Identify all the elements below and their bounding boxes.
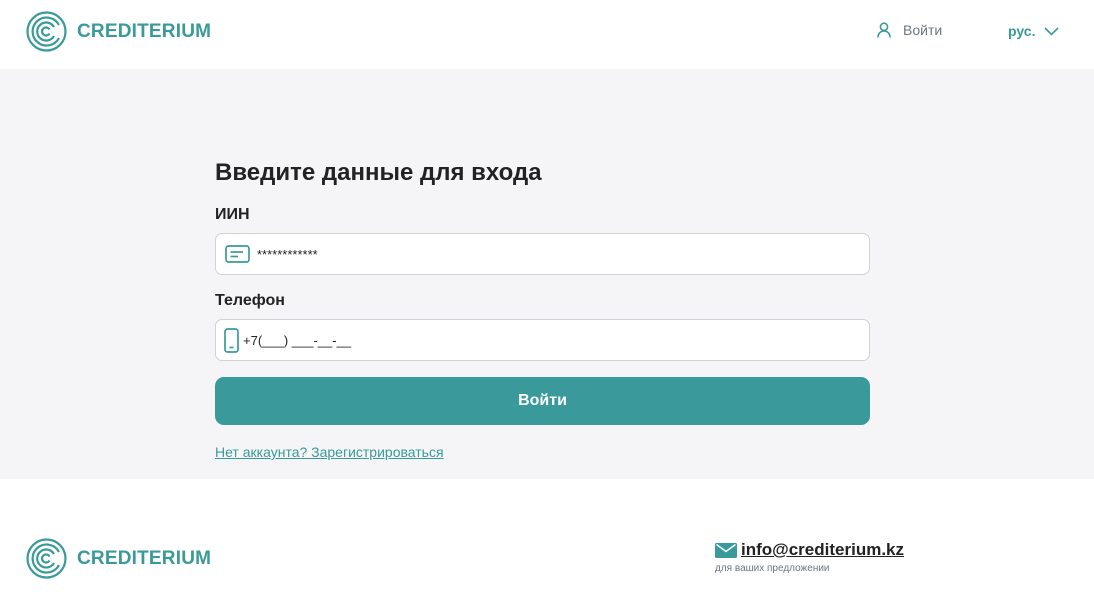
footer: CREDITERIUM info@crediterium.kz для ваши… <box>0 479 1094 600</box>
phone-field[interactable] <box>215 319 870 361</box>
phone-icon <box>223 327 239 353</box>
footer-brand-name: CREDITERIUM <box>77 547 212 569</box>
crediterium-logo-icon <box>26 11 67 52</box>
header-logo[interactable]: CREDITERIUM <box>26 11 211 52</box>
chevron-down-icon <box>1044 26 1060 36</box>
header-login-link[interactable]: Войти <box>877 22 942 38</box>
mail-icon <box>715 542 737 558</box>
register-link[interactable]: Нет аккаунта? Зарегистрироваться <box>215 444 444 460</box>
user-icon <box>877 22 891 38</box>
header: CREDITERIUM Войти рус. <box>0 0 1094 69</box>
iin-field[interactable] <box>215 233 870 275</box>
crediterium-logo-icon <box>26 538 67 579</box>
form-title: Введите данные для входа <box>215 159 542 186</box>
id-card-icon <box>224 245 250 263</box>
iin-label: ИИН <box>215 206 250 223</box>
login-submit-button[interactable]: Войти <box>215 377 870 425</box>
phone-label: Телефон <box>215 292 285 309</box>
language-label: рус. <box>1008 23 1036 39</box>
iin-input[interactable] <box>257 234 869 274</box>
language-select[interactable]: рус. <box>1008 23 1060 39</box>
footer-contact: info@crediterium.kz для ваших предложени… <box>715 540 904 574</box>
brand-name: CREDITERIUM <box>77 20 212 42</box>
phone-input[interactable] <box>243 320 869 360</box>
login-section: Введите данные для входа ИИН Телефон Вой… <box>0 69 1094 479</box>
footer-logo[interactable]: CREDITERIUM <box>26 538 211 579</box>
email-note: для ваших предложении <box>715 563 830 574</box>
email-link[interactable]: info@crediterium.kz <box>741 540 904 560</box>
login-link-label: Войти <box>903 22 943 38</box>
